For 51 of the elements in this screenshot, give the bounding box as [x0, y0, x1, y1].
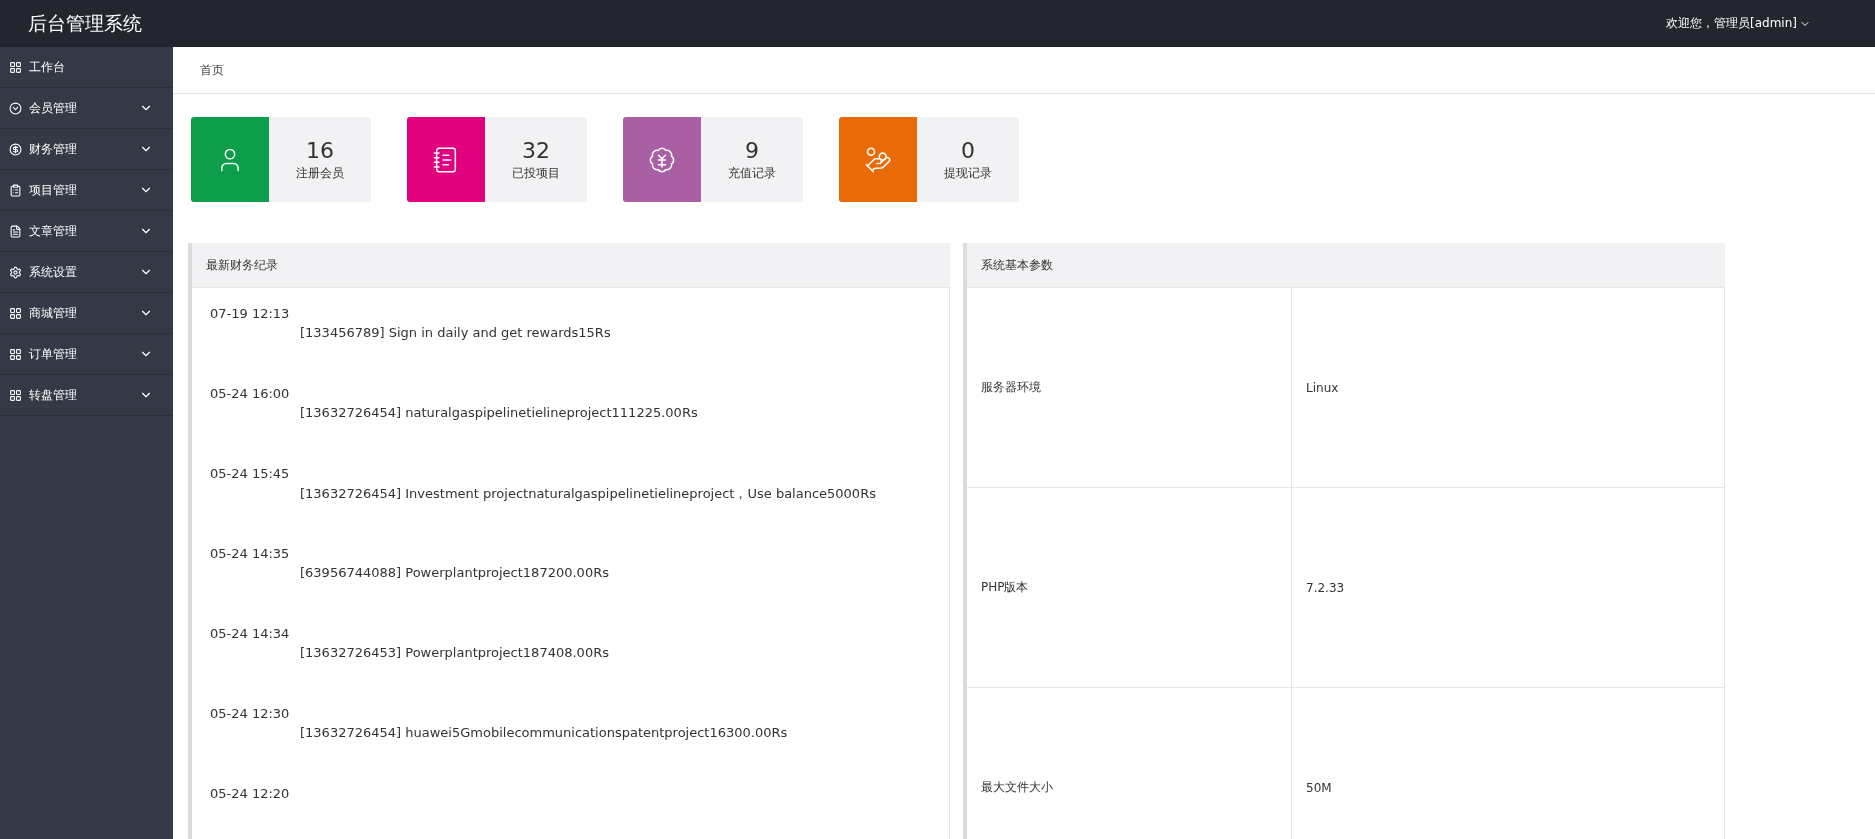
record-time: 05-24 14:35: [210, 546, 291, 561]
clipboard-icon: [9, 183, 22, 197]
record-text: [13632726453] Powerplantproject187408.00Rs: [300, 645, 610, 660]
record-time: 07-19 12:13: [210, 306, 291, 321]
grid-icon: [9, 306, 22, 320]
stat-value: 0: [961, 137, 975, 163]
sidebar-item[interactable]: 转盘管理: [0, 375, 173, 416]
param-name-cell: PHP版本: [967, 488, 1292, 688]
panel-title: 最新财务纪录: [206, 256, 278, 274]
stat-label: 提现记录: [944, 164, 992, 182]
yen-icon: [648, 145, 676, 174]
stat-label: 已投项目: [512, 164, 560, 182]
record-text: [13632726454] Investment projectnaturalgaspipelinetielineproject，Use balance5000Rs: [300, 485, 877, 503]
sidebar-item[interactable]: 系统设置: [0, 252, 173, 293]
stat-label: 注册会员: [296, 164, 344, 182]
grid-icon: [9, 347, 22, 361]
user-menu[interactable]: 欢迎您，管理员[admin]: [1666, 15, 1811, 32]
record-time: 05-24 14:34: [210, 626, 291, 641]
sidebar-item[interactable]: 订单管理: [0, 334, 173, 375]
settings-icon: [9, 265, 22, 279]
grid-icon: [9, 388, 22, 402]
stat-label: 充值记录: [728, 164, 776, 182]
chevron-circle-icon: [9, 101, 22, 115]
record-text: [13632726454] huawei5Gmobilecommunicationspatentproject16300.00Rs: [300, 725, 789, 740]
sidebar-item[interactable]: 会员管理: [0, 88, 173, 129]
dollar-circle-icon: [9, 142, 22, 156]
param-name-cell: 最大文件大小: [967, 688, 1292, 839]
stat-value: 16: [306, 137, 334, 163]
sidebar-item[interactable]: 财务管理: [0, 129, 173, 170]
record-time: 05-24 12:20: [210, 786, 291, 801]
param-value-cell: Linux: [1292, 288, 1724, 488]
stat-value: 32: [522, 137, 550, 163]
record-text: [133456789] Sign in daily and get rewards15Rs: [300, 325, 612, 340]
sidebar-item[interactable]: 商城管理: [0, 293, 173, 334]
param-value-cell: 7.2.33: [1292, 488, 1724, 688]
record-time: 05-24 15:45: [210, 466, 291, 481]
record-text: [63956744088] Powerplantproject187200.00Rs: [300, 565, 610, 580]
panel-title: 系统基本参数: [981, 256, 1053, 274]
record-time: 05-24 16:00: [210, 386, 291, 401]
app-title: 后台管理系统: [28, 10, 142, 36]
param-name-cell: 服务器环境: [967, 288, 1292, 488]
document-icon: [9, 224, 22, 238]
param-value-cell: 50M: [1292, 688, 1724, 839]
sidebar-item[interactable]: 文章管理: [0, 211, 173, 252]
breadcrumb-link[interactable]: 首页: [200, 61, 224, 79]
sidebar-item[interactable]: 工作台: [0, 47, 173, 88]
record-text: [13632726454] naturalgaspipelinetielineproject111225.00Rs: [300, 405, 699, 420]
grid-icon: [9, 60, 22, 74]
stat-value: 9: [745, 137, 759, 163]
record-time: 05-24 12:30: [210, 706, 291, 721]
sidebar-item[interactable]: 项目管理: [0, 170, 173, 211]
